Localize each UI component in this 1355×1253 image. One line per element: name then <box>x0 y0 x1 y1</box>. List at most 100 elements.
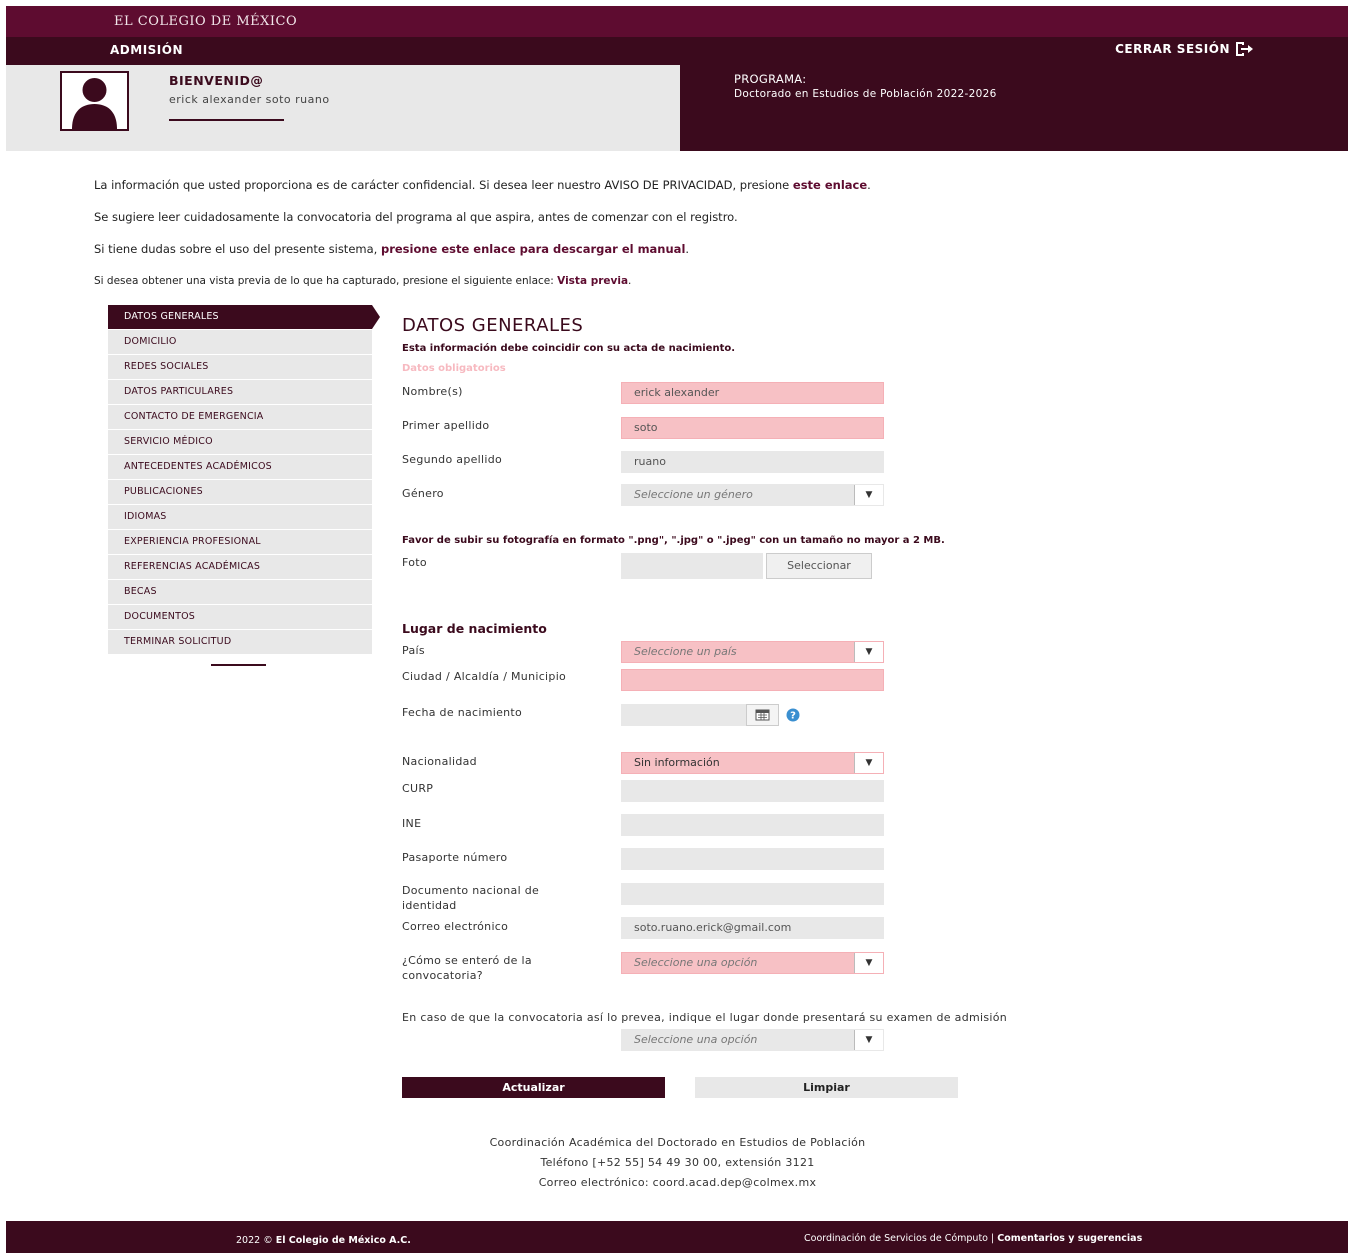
enterado-placeholder: Seleccione una opción <box>634 956 758 969</box>
genero-label: Género <box>402 487 444 500</box>
preview-link[interactable]: Vista previa <box>557 275 628 287</box>
pasaporte-field[interactable] <box>621 848 884 870</box>
manual-notice: Si tiene dudas sobre el uso del presente… <box>94 242 690 256</box>
feedback-link[interactable]: Comentarios y sugerencias <box>997 1233 1142 1244</box>
footer-copyright: 2022 © El Colegio de México A.C. <box>236 1235 411 1246</box>
logout-icon <box>1236 42 1253 56</box>
calendar-icon <box>755 709 770 721</box>
sidebar-item-domicilio[interactable]: DOMICILIO <box>108 330 372 354</box>
ciudad-label: Ciudad / Alcaldía / Municipio <box>402 670 567 683</box>
form-title: DATOS GENERALES <box>402 315 584 336</box>
logout-label: CERRAR SESIÓN <box>1115 42 1230 56</box>
user-icon <box>72 78 117 129</box>
sidebar-item-servicio-medico[interactable]: SERVICIO MÉDICO <box>108 430 372 454</box>
segundo-apellido-field[interactable]: ruano <box>621 451 884 473</box>
manual-link[interactable]: presione este enlace para descargar el m… <box>381 242 685 256</box>
privacy-link[interactable]: este enlace <box>793 178 867 192</box>
pais-placeholder: Seleccione un país <box>634 645 737 658</box>
enterado-select[interactable]: Seleccione una opción ▼ <box>621 952 884 974</box>
chevron-down-icon: ▼ <box>854 642 883 662</box>
form-subtitle: Esta información debe coincidir con su a… <box>402 343 736 354</box>
documento-label: Documento nacional de identidad <box>402 884 540 912</box>
read-call-notice: Se sugiere leer cuidadosamente la convoc… <box>94 210 738 224</box>
pais-select[interactable]: Seleccione un país ▼ <box>621 641 884 663</box>
welcome-panel: BIENVENID@ erick alexander soto ruano <box>6 65 680 151</box>
welcome-title: BIENVENID@ <box>169 73 264 88</box>
privacy-notice: La información que usted proporciona es … <box>94 178 871 192</box>
program-panel: PROGRAMA: Doctorado en Estudios de Pobla… <box>680 65 1348 151</box>
program-value: Doctorado en Estudios de Población 2022-… <box>734 88 997 100</box>
contact-line-3: Correo electrónico: coord.acad.dep@colme… <box>538 1176 817 1189</box>
foto-file-input[interactable] <box>621 553 763 579</box>
divider <box>169 119 284 121</box>
photo-note: Favor de subir su fotografía en formato … <box>402 535 945 546</box>
sidebar-item-becas[interactable]: BECAS <box>108 580 372 604</box>
chevron-down-icon: ▼ <box>854 485 883 505</box>
sidebar-item-antecedentes-academicos[interactable]: ANTECEDENTES ACADÉMICOS <box>108 455 372 479</box>
footer: 2022 © El Colegio de México A.C. Coordin… <box>6 1221 1348 1253</box>
primer-apellido-label: Primer apellido <box>402 419 490 432</box>
sidebar-item-documentos[interactable]: DOCUMENTOS <box>108 605 372 629</box>
nombre-label: Nombre(s) <box>402 385 463 398</box>
chevron-down-icon: ▼ <box>854 1030 883 1050</box>
avatar <box>60 71 129 131</box>
nacionalidad-value: Sin información <box>634 756 720 769</box>
exam-placeholder: Seleccione una opción <box>634 1033 758 1046</box>
ine-label: INE <box>402 817 422 830</box>
ciudad-field[interactable] <box>621 669 884 691</box>
pais-label: País <box>402 644 425 657</box>
fecha-field[interactable] <box>621 704 746 726</box>
sidebar-item-datos-generales[interactable]: DATOS GENERALES <box>108 305 380 329</box>
sidebar-item-idiomas[interactable]: IDIOMAS <box>108 505 372 529</box>
section-title: ADMISIÓN <box>110 43 184 57</box>
curp-label: CURP <box>402 782 434 795</box>
required-note: Datos obligatorios <box>402 363 506 374</box>
calendar-button[interactable] <box>746 704 779 726</box>
sidebar-item-referencias-academicas[interactable]: REFERENCIAS ACADÉMICAS <box>108 555 372 579</box>
nombre-field[interactable]: erick alexander <box>621 382 884 404</box>
sidebar-nav: DATOS GENERALES DOMICILIO REDES SOCIALES… <box>108 305 380 666</box>
genero-select[interactable]: Seleccione un género ▼ <box>621 484 884 506</box>
sidebar-item-publicaciones[interactable]: PUBLICACIONES <box>108 480 372 504</box>
svg-text:?: ? <box>790 711 796 722</box>
sidebar-item-experiencia-profesional[interactable]: EXPERIENCIA PROFESIONAL <box>108 530 372 554</box>
nacionalidad-select[interactable]: Sin información ▼ <box>621 752 884 774</box>
curp-field[interactable] <box>621 780 884 802</box>
help-icon[interactable]: ? <box>786 708 800 722</box>
genero-placeholder: Seleccione un género <box>634 488 753 501</box>
nacionalidad-label: Nacionalidad <box>402 755 477 768</box>
correo-field[interactable]: soto.ruano.erick@gmail.com <box>621 917 884 939</box>
exam-select[interactable]: Seleccione una opción ▼ <box>621 1029 884 1051</box>
top-bar: EL COLEGIO DE MÉXICO <box>6 6 1348 37</box>
sidebar-divider <box>211 664 266 666</box>
pasaporte-label: Pasaporte número <box>402 851 508 864</box>
foto-select-button[interactable]: Seleccionar <box>766 553 872 579</box>
logout-button[interactable]: CERRAR SESIÓN <box>1115 41 1254 57</box>
brand-logo[interactable]: EL COLEGIO DE MÉXICO <box>114 14 297 29</box>
exam-note: En caso de que la convocatoria así lo pr… <box>402 1011 1008 1024</box>
ine-field[interactable] <box>621 814 884 836</box>
update-button[interactable]: Actualizar <box>402 1077 665 1098</box>
services-link[interactable]: Coordinación de Servicios de Cómputo <box>804 1233 988 1244</box>
correo-label: Correo electrónico <box>402 920 509 933</box>
user-name: erick alexander soto ruano <box>169 93 330 106</box>
sidebar-item-contacto-emergencia[interactable]: CONTACTO DE EMERGENCIA <box>108 405 372 429</box>
footer-links: Coordinación de Servicios de Cómputo | C… <box>804 1233 1143 1244</box>
fecha-label: Fecha de nacimiento <box>402 706 523 719</box>
birthplace-title: Lugar de nacimiento <box>402 621 547 636</box>
foto-label: Foto <box>402 556 427 569</box>
preview-notice: Si desea obtener una vista previa de lo … <box>94 275 632 287</box>
segundo-apellido-label: Segundo apellido <box>402 453 503 466</box>
enterado-label: ¿Cómo se enteró de la convocatoria? <box>402 954 532 982</box>
program-label: PROGRAMA: <box>734 72 807 86</box>
admission-bar: ADMISIÓN CERRAR SESIÓN <box>6 37 1348 65</box>
sidebar-item-datos-particulares[interactable]: DATOS PARTICULARES <box>108 380 372 404</box>
primer-apellido-field[interactable]: soto <box>621 417 884 439</box>
sidebar-item-redes-sociales[interactable]: REDES SOCIALES <box>108 355 372 379</box>
contact-line-1: Coordinación Académica del Doctorado en … <box>489 1136 866 1149</box>
documento-field[interactable] <box>621 883 884 905</box>
sidebar-item-terminar-solicitud[interactable]: TERMINAR SOLICITUD <box>108 630 372 654</box>
clear-button[interactable]: Limpiar <box>695 1077 958 1098</box>
chevron-down-icon: ▼ <box>854 753 883 773</box>
contact-line-2: Teléfono [+52 55] 54 49 30 00, extensión… <box>540 1156 815 1169</box>
